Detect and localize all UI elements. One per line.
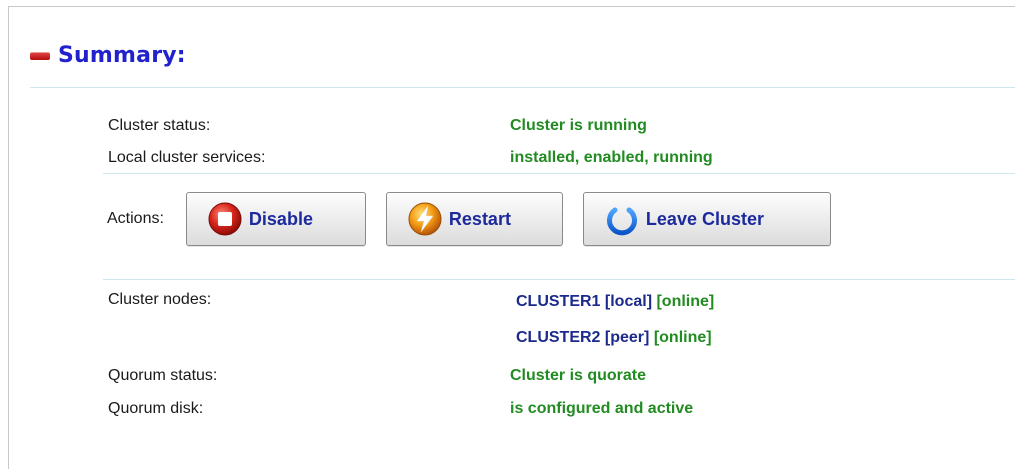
restart-button[interactable]: Restart [385, 192, 563, 246]
local-services-value: installed, enabled, running [510, 149, 713, 166]
node-state: [online] [653, 329, 712, 346]
stop-icon [208, 202, 242, 236]
restart-button-label: Restart [448, 208, 511, 229]
disable-button[interactable]: Disable [185, 192, 366, 246]
quorum-disk-value: is configured and active [510, 400, 694, 417]
disable-button-label: Disable [248, 208, 313, 229]
node-entry: CLUSTER2 [peer] [online] [516, 328, 712, 347]
cluster-status-value: Cluster is running [510, 117, 647, 134]
cluster-nodes-label: Cluster nodes: [108, 291, 212, 308]
node-state: [online] [656, 293, 715, 310]
collapse-minus-icon[interactable] [30, 52, 50, 60]
actions-label: Actions: [107, 210, 164, 227]
actions-bar: Actions: Disable Restart Leave Cluster [103, 191, 851, 247]
status-divider [103, 173, 1015, 174]
power-icon [606, 201, 637, 236]
leave-cluster-button-label: Leave Cluster [645, 208, 764, 229]
section-title: Summary: [58, 42, 186, 68]
node-name: CLUSTER2 [peer] [516, 329, 650, 346]
node-name: CLUSTER1 [local] [516, 293, 653, 310]
cluster-status-label: Cluster status: [108, 117, 211, 134]
quorum-status-value: Cluster is quorate [510, 367, 647, 384]
node-entry: CLUSTER1 [local] [online] [516, 292, 714, 311]
quorum-status-label: Quorum status: [108, 367, 218, 384]
summary-header[interactable]: Summary: [30, 38, 186, 72]
actions-divider [103, 279, 1015, 280]
header-divider [30, 87, 1015, 88]
leave-cluster-button[interactable]: Leave Cluster [582, 192, 831, 246]
lightning-icon [408, 202, 442, 236]
quorum-disk-label: Quorum disk: [108, 400, 204, 417]
local-services-label: Local cluster services: [108, 149, 266, 166]
